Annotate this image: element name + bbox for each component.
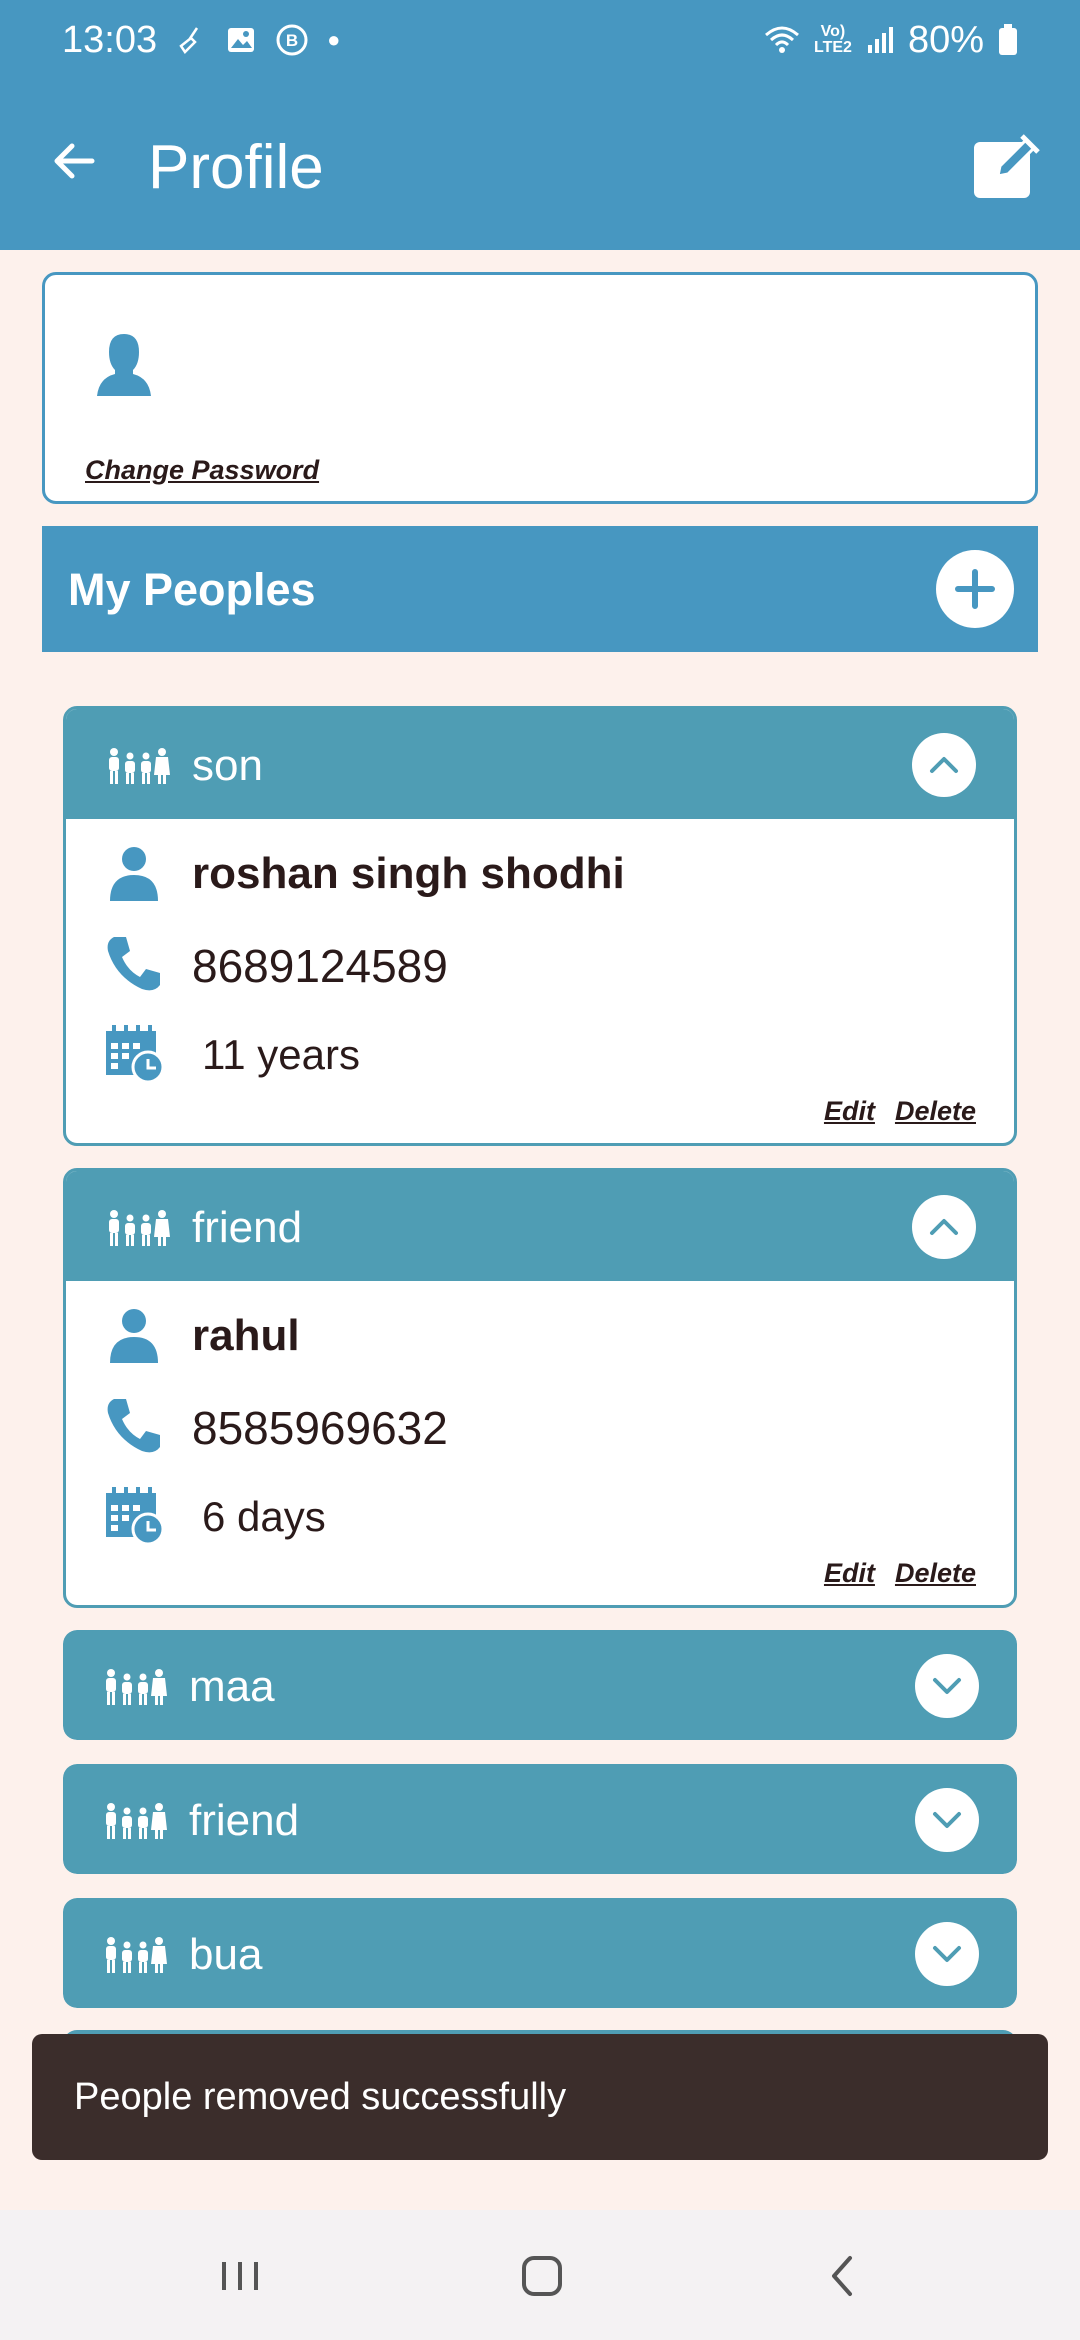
edit-link[interactable]: Edit [824,1558,875,1589]
signal-icon [866,25,894,55]
snackbar-message: People removed successfully [74,2075,567,2118]
group-body: roshan singh shodhi 8689124589 11 years … [66,819,1014,1143]
person-name: rahul [192,1311,300,1360]
chevron-up-icon [930,1219,958,1235]
back-button[interactable] [40,126,110,196]
group-header[interactable]: friend [63,1764,1017,1874]
group-header[interactable]: son [66,709,1014,819]
row-actions: Edit Delete [824,1558,976,1589]
collapse-button[interactable] [912,1195,976,1259]
person-age: 11 years [202,1031,360,1078]
change-password-link[interactable]: Change Password [85,455,319,486]
lte-icon: Vo) LTE2 [814,24,852,56]
group-header[interactable]: maa [63,1630,1017,1740]
calendar-clock-icon [106,1025,164,1083]
my-peoples-title: My Peoples [68,564,316,615]
family-icon [106,1669,167,1705]
collapse-button[interactable] [912,733,976,797]
group-card: son roshan singh shodhi 8689124589 11 ye… [63,706,1017,1146]
b-badge-icon: B [275,23,309,57]
page-title: Profile [148,133,324,202]
home-icon[interactable] [512,2246,572,2306]
plus-icon [955,569,995,609]
group-card: bua [63,1898,1017,2008]
person-name: roshan singh shodhi [192,849,625,898]
group-name: bua [189,1930,263,1979]
family-icon [106,1803,167,1839]
lte-top: Vo) [820,23,846,40]
wifi-icon [764,25,800,55]
app-bar: Profile [0,80,1080,250]
status-right: Vo) LTE2 80% [764,19,1018,62]
group-name: friend [189,1796,300,1845]
group-card: friend [63,1764,1017,1874]
phone-icon [107,1399,160,1453]
family-icon [106,1937,167,1973]
expand-button[interactable] [915,1654,979,1718]
expand-button[interactable] [915,1788,979,1852]
status-bar: 13:03 B ● Vo) LTE2 80% [0,0,1080,80]
add-people-button[interactable] [936,550,1014,628]
chevron-down-icon [933,1678,961,1694]
status-left: 13:03 B ● [62,19,340,62]
status-time: 13:03 [62,18,158,61]
person-phone: 8689124589 [192,940,448,992]
lte-bottom: LTE2 [814,39,852,56]
system-nav-bar [0,2210,1080,2340]
chevron-down-icon [933,1812,961,1828]
battery-percent: 80% [907,18,984,61]
arrow-left-icon [54,143,95,179]
edit-square-icon [974,134,1040,198]
snackbar: People removed successfully [32,2034,1048,2160]
chevron-down-icon [933,1946,961,1962]
group-card: friend rahul 8585969632 6 days Edit Dele… [63,1168,1017,1608]
phone-icon [107,937,160,991]
expand-button[interactable] [915,1922,979,1986]
gallery-icon [225,24,257,56]
person-icon [110,1309,158,1363]
profile-card: Change Password [42,272,1038,504]
avatar-icon [97,334,151,396]
edit-profile-button[interactable] [972,132,1040,200]
calendar-clock-icon [106,1487,164,1545]
person-age: 6 days [202,1493,326,1540]
delete-link[interactable]: Delete [895,1096,976,1127]
group-name: friend [192,1203,303,1252]
group-name: maa [189,1662,275,1711]
broom-icon [175,24,207,56]
family-icon [109,1210,170,1246]
row-actions: Edit Delete [824,1096,976,1127]
group-name: son [192,741,263,790]
dot-icon: ● [327,27,341,52]
group-body: rahul 8585969632 6 days Edit Delete [66,1281,1014,1605]
my-peoples-header: My Peoples [42,526,1038,652]
chevron-up-icon [930,757,958,773]
delete-link[interactable]: Delete [895,1558,976,1589]
edit-link[interactable]: Edit [824,1096,875,1127]
person-icon [110,847,158,901]
family-icon [109,748,170,784]
person-phone: 8585969632 [192,1402,448,1454]
group-header[interactable]: bua [63,1898,1017,2008]
recents-icon[interactable] [210,2246,270,2306]
svg-text:B: B [286,31,298,50]
battery-icon [998,24,1018,56]
group-header[interactable]: friend [66,1171,1014,1281]
group-card: maa [63,1630,1017,1740]
back-icon[interactable] [814,2246,874,2306]
